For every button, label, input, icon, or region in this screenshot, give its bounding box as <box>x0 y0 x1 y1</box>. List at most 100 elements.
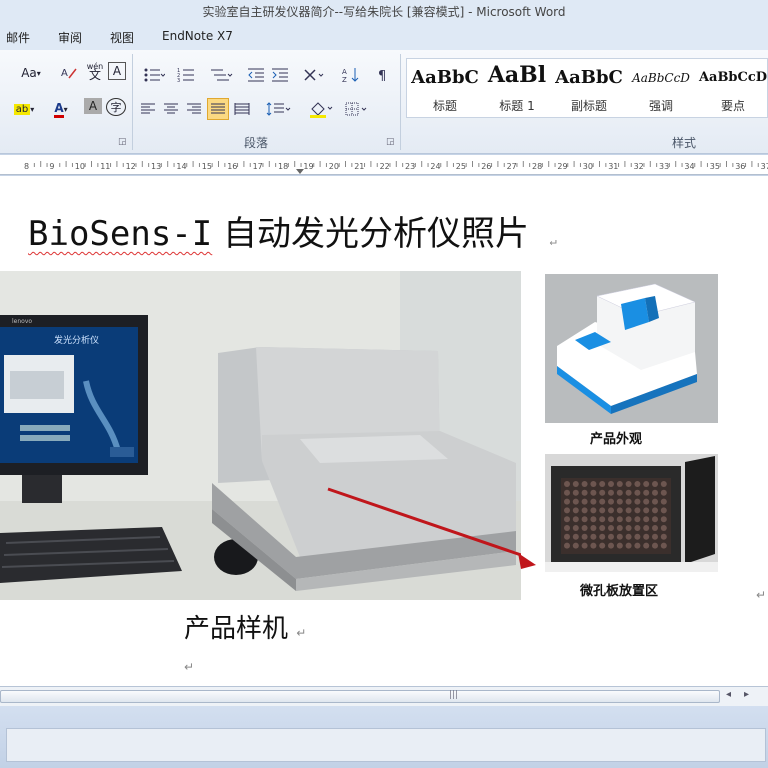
borders-button[interactable] <box>342 98 372 120</box>
plate-well <box>625 542 632 549</box>
plate-well <box>564 516 570 523</box>
ruler-number: 24 <box>430 162 440 171</box>
plate-well <box>608 533 614 540</box>
numbering-icon: 123 <box>177 68 194 83</box>
plate-well <box>660 542 667 549</box>
svg-text:Z: Z <box>342 76 347 84</box>
plate-well <box>652 516 658 523</box>
document-page[interactable]: BioSens-I 自动发光分析仪照片 ↵ lenovo 发光分析仪 产品样机 … <box>0 176 768 686</box>
scroll-left-icon[interactable]: ◂ <box>726 689 731 700</box>
plate-well <box>625 525 632 531</box>
ruler-number: 19 <box>303 162 313 171</box>
plate-well <box>616 489 623 496</box>
numbering-button[interactable]: 123 <box>174 64 202 86</box>
plate-well <box>652 481 658 487</box>
font-dialog-launcher[interactable]: ◲ <box>118 137 127 147</box>
plate-well <box>625 516 632 523</box>
decrease-indent-button[interactable] <box>246 64 266 86</box>
plate-well <box>625 533 632 540</box>
clear-format-icon: A <box>61 68 77 79</box>
multilevel-list-button[interactable] <box>206 64 236 86</box>
phonetic-guide-button[interactable]: wén 文 <box>84 60 106 82</box>
svg-text:3: 3 <box>177 78 180 83</box>
horizontal-scrollbar[interactable]: ||| ◂ ▸ <box>0 686 768 706</box>
style-subtitle[interactable]: AaBbC 副标题 <box>553 59 625 117</box>
indent-marker-icon[interactable] <box>296 169 304 174</box>
prototype-caption[interactable]: 产品样机 ↵ <box>184 608 306 645</box>
paragraph-mark: ↵ <box>549 234 557 248</box>
plate-well <box>643 489 650 496</box>
ruler-number: 11 <box>100 162 110 171</box>
plate-well <box>660 507 667 514</box>
style-strong[interactable]: AaBbCcD 要点 <box>697 59 768 117</box>
plate-well <box>564 533 570 540</box>
ruler-number: 27 <box>507 162 517 171</box>
enclose-char-button[interactable]: 字 <box>106 98 126 116</box>
document-heading[interactable]: BioSens-I 自动发光分析仪照片 ↵ <box>28 206 557 255</box>
plate-well <box>590 542 597 549</box>
plate-well <box>643 525 650 531</box>
increase-indent-button[interactable] <box>270 64 290 86</box>
ruler-number: 35 <box>710 162 720 171</box>
status-bar <box>0 706 768 768</box>
char-border-button[interactable]: A <box>108 62 126 80</box>
ruler-number: 28 <box>532 162 542 171</box>
plate-well <box>564 542 570 549</box>
style-title[interactable]: AaBbC 标题 <box>409 59 481 117</box>
scroll-right-icon[interactable]: ▸ <box>744 689 749 700</box>
plate-well <box>608 507 614 514</box>
microplate-caption[interactable]: 微孔板放置区 <box>580 580 658 599</box>
menu-review[interactable]: 审阅 <box>58 29 82 46</box>
style-heading-1[interactable]: AaBl 标题 1 <box>481 59 553 117</box>
align-left-button[interactable] <box>138 98 158 120</box>
plate-well <box>590 489 597 496</box>
plate-well <box>660 516 667 523</box>
align-center-button[interactable] <box>161 98 181 120</box>
line-spacing-button[interactable] <box>264 98 294 120</box>
plate-well <box>625 498 632 505</box>
plate-well <box>572 533 579 540</box>
plate-well <box>590 516 597 523</box>
scrollbar-thumb[interactable]: ||| <box>0 690 720 703</box>
group-separator <box>400 54 401 150</box>
sort-button[interactable]: AZ <box>340 64 362 86</box>
bullets-button[interactable] <box>140 64 168 86</box>
justify-button[interactable] <box>207 98 229 120</box>
shading-button[interactable] <box>306 98 336 120</box>
horizontal-ruler[interactable]: 8 9 10 11 12 13 14 15 16 17 18 19 20 21 22 23 24 25 26 27 28… <box>0 155 768 175</box>
font-color-button[interactable]: A ▾ <box>48 98 74 120</box>
style-emphasis[interactable]: AaBbCcD 强调 <box>625 59 697 117</box>
ribbon: Aa ▾ A wén 文 A ab ▾ A ▾ A 字 123 AZ ¶ 段落 … <box>0 50 768 154</box>
plate-well <box>599 498 606 505</box>
distributed-button[interactable] <box>232 98 252 120</box>
product-render-drawing <box>545 274 718 423</box>
title-bar: 实验室自主研发仪器简介--写给朱院长 [兼容模式] - Microsoft Wo… <box>0 0 768 24</box>
product-prototype-photo[interactable]: lenovo 发光分析仪 <box>0 271 521 600</box>
align-right-button[interactable] <box>184 98 204 120</box>
plate-well <box>599 507 606 514</box>
plate-well <box>581 516 588 523</box>
ruler-number: 12 <box>126 162 136 171</box>
ruler-number: 15 <box>202 162 212 171</box>
plate-well <box>660 533 667 540</box>
menu-mailings[interactable]: 邮件 <box>6 29 30 46</box>
appearance-caption[interactable]: 产品外观 <box>590 428 642 447</box>
plate-well <box>564 525 570 531</box>
plate-well <box>652 507 658 514</box>
plate-well <box>599 516 606 523</box>
clear-format-button[interactable]: A <box>58 62 80 84</box>
product-appearance-image[interactable] <box>545 274 718 423</box>
microplate-area-image[interactable] <box>545 454 718 572</box>
font-size-button[interactable]: Aa ▾ <box>16 62 46 84</box>
paint-bucket-icon <box>310 102 333 118</box>
paragraph-dialog-launcher[interactable]: ◲ <box>386 137 395 147</box>
ruler-number: 18 <box>278 162 288 171</box>
plate-well <box>572 542 579 549</box>
menu-endnote[interactable]: EndNote X7 <box>162 29 233 43</box>
show-marks-button[interactable]: ¶ <box>374 64 394 86</box>
ruler-number: 23 <box>405 162 415 171</box>
highlight-button[interactable]: ab ▾ <box>10 98 38 120</box>
char-shading-button[interactable]: A <box>84 98 102 114</box>
asian-layout-button[interactable] <box>300 64 328 86</box>
menu-view[interactable]: 视图 <box>110 29 134 46</box>
